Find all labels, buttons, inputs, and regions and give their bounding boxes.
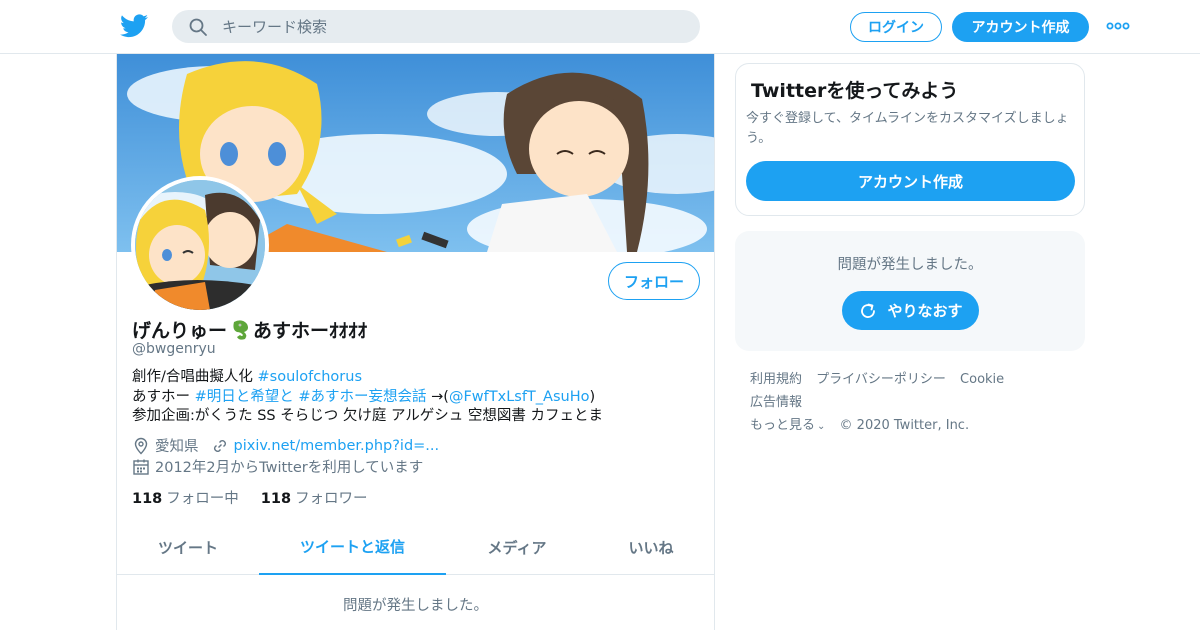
signup-card-title: Twitterを使ってみよう: [751, 80, 959, 102]
tab-tweets-and-replies[interactable]: ツイートと返信: [259, 520, 446, 575]
profile-meta-joined: 2012年2月からTwitterを利用しています: [132, 456, 423, 477]
hashtag-link[interactable]: #soulofchorus: [258, 369, 363, 385]
profile-meta-location-website: 愛知県 pixiv.net/member.php?id=...: [132, 435, 439, 456]
login-button[interactable]: ログイン: [850, 12, 942, 42]
mention-link[interactable]: @FwfTxLsfT_AsuHo: [449, 389, 590, 405]
profile-name-suffix: あすホーｵｵｵｵ: [253, 320, 368, 342]
tab-likes[interactable]: いいね: [588, 520, 714, 575]
location-icon: [134, 437, 148, 454]
profile-stats: 118 フォロー中 118 フォロワー: [132, 487, 390, 508]
bio-text: 創作/合唱曲擬人化: [132, 369, 258, 385]
footer-link-more[interactable]: もっと見る ⌄: [750, 418, 825, 433]
signup-button-header[interactable]: アカウント作成: [952, 12, 1089, 42]
footer-row-2: もっと見る ⌄ © 2020 Twitter, Inc.: [750, 414, 1080, 438]
followers-count: 118: [260, 491, 292, 507]
bio-text: あすホー: [132, 388, 195, 405]
sidebar-error-message: 問題が発生しました。: [837, 257, 983, 273]
profile-name: げんりゅー あすホーｵｵｵｵ: [132, 316, 367, 343]
timeline-error-message: 問題が発生しました。: [343, 598, 488, 614]
footer-row-1: 利用規約 プライバシーポリシー Cookie 広告情報: [750, 368, 1080, 414]
profile-avatar[interactable]: [131, 176, 269, 314]
footer-link-terms[interactable]: 利用規約: [750, 372, 802, 387]
signup-card-description: 今すぐ登録して、タイムラインをカスタマイズしましょう。: [746, 111, 1069, 146]
profile-bio: 創作/合唱曲擬人化 #soulofchorus あすホー #明日と希望と #あす…: [132, 368, 603, 427]
avatar-illustration: [135, 180, 265, 310]
signup-card: Twitterを使ってみよう 今すぐ登録して、タイムラインをカスタマイズしましょ…: [735, 63, 1085, 216]
profile-name-prefix: げんりゅー: [132, 320, 228, 342]
following-link[interactable]: 118 フォロー中: [132, 487, 239, 508]
bio-line-1: 創作/合唱曲擬人化 #soulofchorus: [132, 368, 603, 388]
followers-label: フォロワー: [295, 491, 368, 507]
retry-button[interactable]: やりなおす: [842, 291, 979, 330]
hashtag-link[interactable]: #あすホー妄想会話: [298, 389, 426, 405]
follow-button[interactable]: フォロー: [608, 262, 700, 300]
footer-link-cookie[interactable]: Cookie: [960, 372, 1004, 387]
profile-joined-date: 2012年2月からTwitterを利用しています: [155, 460, 424, 476]
footer-copyright: © 2020 Twitter, Inc.: [839, 418, 970, 433]
retry-icon: [861, 303, 876, 318]
sidebar-error-card: 問題が発生しました。 やりなおす: [735, 231, 1085, 351]
chevron-down-icon: ⌄: [817, 421, 826, 432]
bio-text: →(: [426, 388, 449, 405]
signup-card-button[interactable]: アカウント作成: [746, 161, 1075, 201]
tab-tweets[interactable]: ツイート: [117, 520, 259, 575]
search-input[interactable]: [222, 17, 662, 36]
bio-line-2: あすホー #明日と希望と #あすホー妄想会話 →(@FwfTxLsfT_AsuH…: [132, 388, 603, 408]
following-label: フォロー中: [166, 491, 239, 507]
profile-tabs: ツイート ツイートと返信 メディア いいね: [117, 520, 714, 575]
top-navigation-bar: ログイン アカウント作成: [0, 0, 1200, 54]
search-bar[interactable]: [172, 10, 700, 43]
profile-handle: @bwgenryu: [132, 341, 216, 357]
bio-line-3: 参加企画:がくうた SS そらじつ 欠け庭 アルゲシュ 空想図書 カフェとま: [132, 408, 604, 424]
followers-link[interactable]: 118 フォロワー: [261, 487, 368, 508]
hashtag-link[interactable]: #明日と希望と: [195, 389, 294, 405]
footer-more-label: もっと見る: [750, 418, 816, 433]
more-icon[interactable]: [1106, 19, 1130, 33]
dragon-emoji-icon: [233, 319, 249, 340]
calendar-icon: [133, 459, 149, 475]
footer-links: 利用規約 プライバシーポリシー Cookie 広告情報 もっと見る ⌄ © 202…: [750, 368, 1080, 438]
footer-link-ads[interactable]: 広告情報: [750, 395, 802, 410]
retry-button-label: やりなおす: [887, 302, 963, 320]
footer-link-privacy[interactable]: プライバシーポリシー: [816, 372, 946, 387]
twitter-logo-icon[interactable]: [120, 14, 148, 38]
following-count: 118: [132, 491, 163, 507]
profile-column: フォロー げんりゅー あすホーｵｵｵｵ @bwgenryu 創作/合唱曲擬人化 …: [116, 54, 715, 630]
profile-location: 愛知県: [155, 439, 199, 455]
link-icon: [213, 439, 226, 452]
search-icon: [189, 18, 207, 36]
bio-text: ): [589, 388, 596, 405]
profile-website-link[interactable]: pixiv.net/member.php?id=...: [234, 438, 440, 454]
tab-media[interactable]: メディア: [446, 520, 588, 575]
